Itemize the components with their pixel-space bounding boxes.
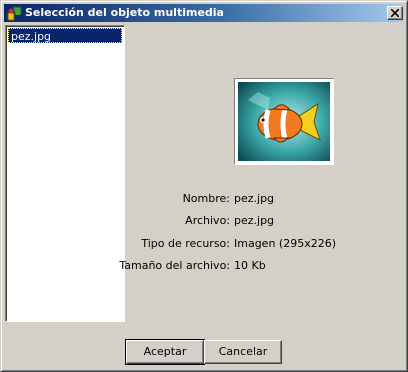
image-preview — [234, 78, 334, 165]
title-bar[interactable]: Selección del objeto multimedia — [4, 4, 404, 22]
close-icon — [391, 9, 399, 17]
file-list[interactable]: pez.jpg — [5, 25, 125, 322]
app-icon — [7, 5, 23, 21]
dialog-window: Selección del objeto multimedia pez.jpg — [0, 0, 408, 372]
close-button[interactable] — [387, 6, 403, 20]
file-size-value: 10 Kb — [234, 259, 266, 272]
ok-button[interactable]: Aceptar — [125, 339, 205, 365]
window-title: Selección del objeto multimedia — [25, 6, 224, 19]
cancel-button[interactable]: Cancelar — [204, 340, 282, 364]
resource-type-label: Tipo de recurso: — [141, 237, 230, 250]
name-label: Nombre: — [182, 192, 230, 205]
clownfish-icon — [238, 82, 330, 161]
file-size-label: Tamaño del archivo: — [119, 259, 230, 272]
file-value: pez.jpg — [234, 214, 275, 227]
file-label: Archivo: — [185, 214, 230, 227]
list-item[interactable]: pez.jpg — [8, 28, 122, 43]
name-value: pez.jpg — [234, 192, 275, 205]
resource-type-value: Imagen (295x226) — [234, 237, 337, 250]
